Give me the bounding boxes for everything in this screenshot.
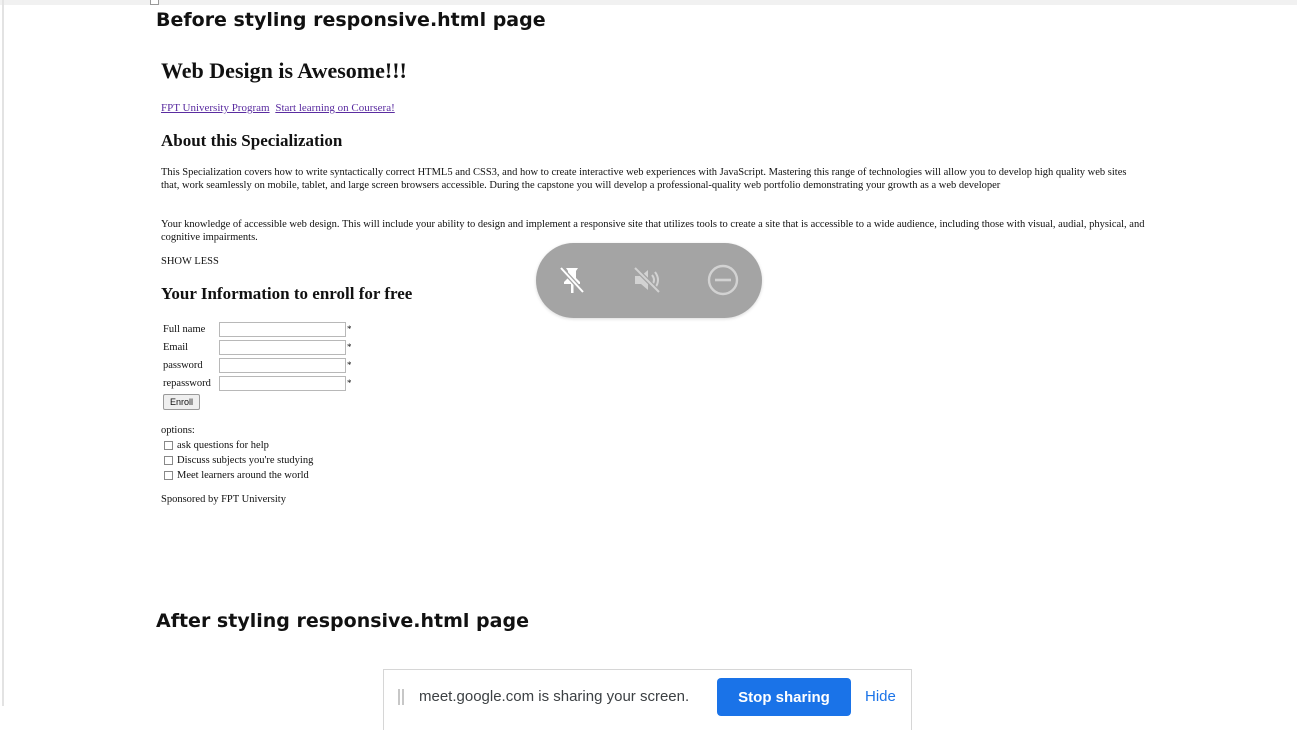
nav-links: FPT University Program Start learning on…	[161, 102, 398, 114]
enroll-button[interactable]: Enroll	[163, 394, 201, 410]
floating-call-controls	[536, 243, 762, 318]
about-heading: About this Specialization	[161, 131, 343, 150]
text-cursor-marker	[150, 0, 159, 5]
field-label: repassword	[163, 377, 211, 389]
required-mark: *	[347, 360, 352, 370]
required-mark: *	[347, 378, 352, 388]
options-list: ask questions for help Discuss subjects …	[164, 438, 313, 483]
form-row-password: password *	[163, 356, 352, 374]
link-fpt-program[interactable]: FPT University Program	[161, 102, 270, 114]
after-heading: After styling responsive.html page	[156, 610, 529, 632]
screen-share-bar: meet.google.com is sharing your screen. …	[383, 669, 912, 730]
sharing-message: meet.google.com is sharing your screen.	[419, 688, 690, 705]
checkbox[interactable]	[164, 456, 173, 465]
checkbox[interactable]	[164, 471, 173, 480]
stop-icon[interactable]	[705, 262, 741, 298]
option-label: Meet learners around the world	[177, 470, 309, 481]
enroll-form: Full name * Email * password * repasswor…	[163, 320, 352, 392]
field-label: password	[163, 359, 203, 371]
required-mark: *	[347, 324, 352, 334]
before-heading: Before styling responsive.html page	[156, 9, 546, 31]
top-toolbar-strip	[0, 0, 1297, 5]
options-label: options:	[161, 425, 195, 436]
sponsor-text: Sponsored by FPT University	[161, 494, 286, 505]
show-less-toggle[interactable]: SHOW LESS	[161, 256, 219, 267]
option-ask-questions[interactable]: ask questions for help	[164, 438, 313, 453]
password-input[interactable]	[219, 357, 346, 373]
option-label: Discuss subjects you're studying	[177, 455, 314, 466]
about-paragraph-2: Your knowledge of accessible web design.…	[161, 219, 1145, 243]
form-row-email: Email *	[163, 338, 352, 356]
option-discuss-subjects[interactable]: Discuss subjects you're studying	[164, 453, 313, 468]
full-name-input[interactable]	[219, 321, 346, 337]
enroll-heading: Your Information to enroll for free	[161, 284, 413, 303]
email-input[interactable]	[219, 339, 346, 355]
field-label: Full name	[163, 323, 206, 335]
required-mark: *	[347, 342, 352, 352]
unpin-icon[interactable]	[554, 262, 590, 298]
left-margin-rule	[2, 0, 4, 706]
option-label: ask questions for help	[177, 440, 269, 451]
stop-sharing-button[interactable]: Stop sharing	[717, 678, 851, 716]
form-row-repassword: repassword *	[163, 374, 352, 392]
field-label: Email	[163, 341, 189, 353]
page-title: Web Design is Awesome!!!	[161, 58, 407, 83]
form-row-full-name: Full name *	[163, 320, 352, 338]
repassword-input[interactable]	[219, 375, 346, 391]
option-meet-learners[interactable]: Meet learners around the world	[164, 468, 313, 483]
about-paragraph-1: This Specialization covers how to write …	[161, 167, 1127, 191]
link-coursera[interactable]: Start learning on Coursera!	[275, 102, 394, 114]
hide-button[interactable]: Hide	[865, 688, 896, 705]
mute-icon[interactable]	[629, 262, 665, 298]
drag-handle-icon[interactable]	[398, 689, 404, 705]
checkbox[interactable]	[164, 441, 173, 450]
